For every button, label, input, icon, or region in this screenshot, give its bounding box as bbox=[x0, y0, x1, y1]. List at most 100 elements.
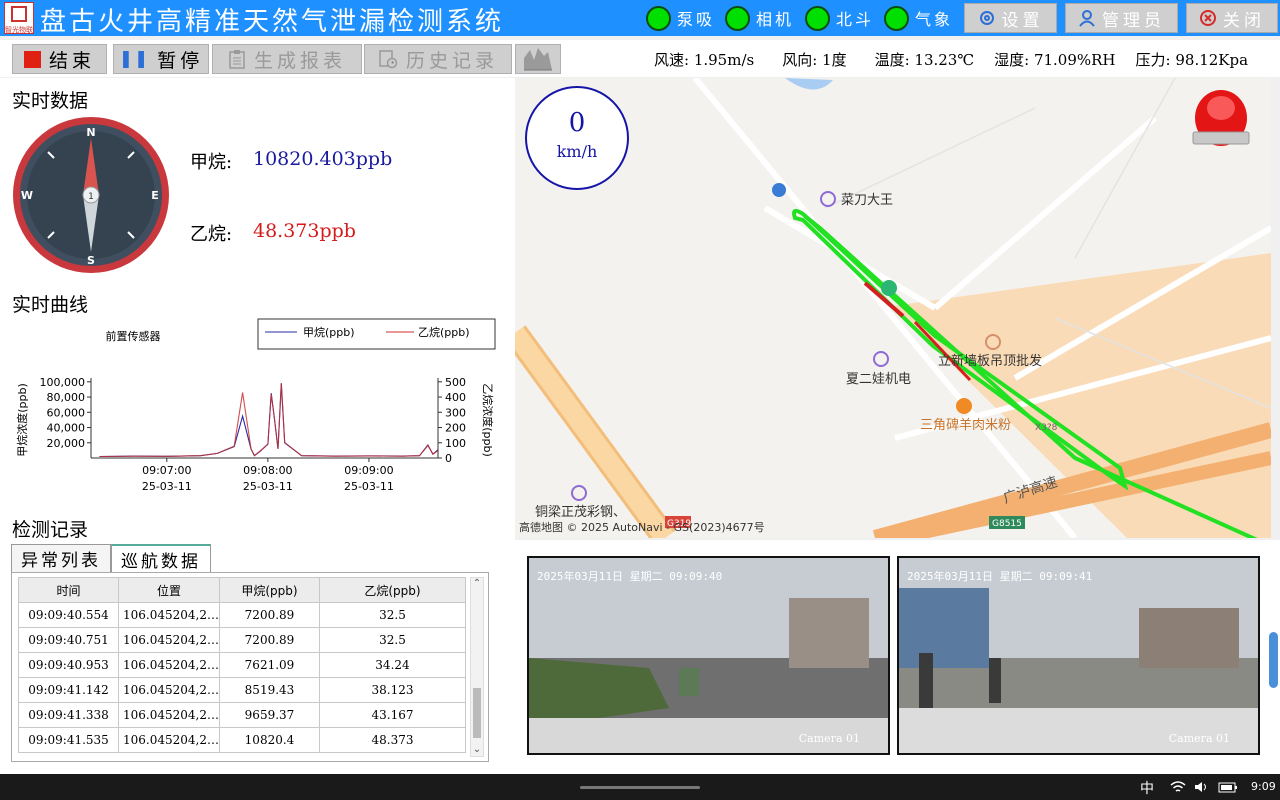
close-button[interactable]: 关闭 bbox=[1186, 3, 1278, 33]
status-indicator-icon bbox=[646, 5, 671, 31]
cell-ethane: 32.5 bbox=[318, 627, 466, 653]
admin-button[interactable]: 管理员 bbox=[1065, 3, 1178, 33]
camera-timestamp: 2025年03月11日 星期二 09:09:41 bbox=[907, 570, 1093, 583]
poi-icon bbox=[820, 191, 836, 207]
legend-ethane-label: 乙烷(ppb) bbox=[418, 325, 470, 339]
table-row[interactable]: 09:09:41.338 106.045204,2… 9659.37 43.167 bbox=[18, 702, 466, 728]
y-tick-label: 40,000 bbox=[47, 422, 86, 435]
x-tick-label: 09:07:00 bbox=[142, 464, 191, 477]
table-row[interactable]: 09:09:41.142 106.045204,2… 8519.43 38.123 bbox=[18, 677, 466, 703]
cell-position: 106.045204,2… bbox=[118, 677, 220, 703]
ime-indicator[interactable]: 中 bbox=[1140, 778, 1154, 798]
cell-time: 09:09:41.535 bbox=[18, 727, 119, 753]
mountain-chart-icon bbox=[524, 48, 552, 71]
camera-timestamp: 2025年03月11日 星期二 09:09:40 bbox=[537, 570, 723, 583]
column-header-methane[interactable]: 甲烷(ppb) bbox=[218, 577, 320, 603]
poi-label: 夏二娃机电 bbox=[846, 372, 911, 387]
tab-anomaly-list[interactable]: 异常列表 bbox=[11, 544, 111, 572]
history-icon bbox=[379, 50, 398, 69]
y-tick-label: 80,000 bbox=[47, 391, 86, 404]
poi-icon bbox=[571, 485, 587, 501]
camera-feed-1[interactable]: 2025年03月11日 星期二 09:09:40 Camera 01 bbox=[527, 556, 890, 755]
cell-position: 106.045204,2… bbox=[118, 652, 220, 678]
pause-icon: ❚❚ bbox=[118, 49, 150, 69]
map-attribution: 高德地图 © 2025 AutoNavi - GS(2023)4677号 bbox=[519, 521, 765, 534]
wind-speed: 风速: 1.95m/s bbox=[654, 50, 755, 69]
chart-toggle-button[interactable] bbox=[515, 44, 561, 74]
cell-position: 106.045204,2… bbox=[118, 602, 220, 628]
cell-methane: 8519.43 bbox=[218, 677, 320, 703]
cruise-data-table: 时间 位置 甲烷(ppb) 乙烷(ppb) 09:09:40.554 106.04… bbox=[18, 577, 466, 753]
table-row[interactable]: 09:09:41.535 106.045204,2… 10820.4 48.373 bbox=[18, 727, 466, 753]
user-icon bbox=[1079, 10, 1095, 27]
x-tick-date: 25-03-11 bbox=[243, 480, 293, 493]
column-header-ethane[interactable]: 乙烷(ppb) bbox=[318, 577, 466, 603]
temperature: 温度: 13.23℃ bbox=[874, 50, 975, 69]
settings-button[interactable]: 设置 bbox=[964, 3, 1057, 33]
camera-label: Camera 01 bbox=[1168, 732, 1230, 745]
cell-methane: 7621.09 bbox=[218, 652, 320, 678]
cell-methane: 7200.89 bbox=[218, 627, 320, 653]
camera-feed-2[interactable]: 2025年03月11日 星期二 09:09:41 Camera 01 bbox=[897, 556, 1260, 755]
humidity: 湿度: 71.09%RH bbox=[994, 50, 1116, 69]
camera-image bbox=[529, 558, 888, 753]
y2-tick-label: 500 bbox=[445, 376, 466, 389]
compass-n: N bbox=[86, 126, 95, 139]
x-tick-label: 09:09:00 bbox=[344, 464, 393, 477]
weather-readout: 风速: 1.95m/s 风向: 1度 温度: 13.23℃ 湿度: 71.09%… bbox=[654, 46, 1248, 72]
table-scrollbar[interactable]: ⌃ ⌄ bbox=[470, 577, 484, 757]
table-row[interactable]: 09:09:40.953 106.045204,2… 7621.09 34.24 bbox=[18, 652, 466, 678]
scroll-down-icon[interactable]: ⌄ bbox=[471, 744, 483, 756]
cell-ethane: 34.24 bbox=[318, 652, 466, 678]
y2-tick-label: 300 bbox=[445, 406, 466, 419]
y-tick-label: 100,000 bbox=[40, 376, 86, 389]
gas-station-icon bbox=[881, 280, 897, 296]
generate-report-button[interactable]: 生成报表 bbox=[212, 44, 362, 74]
app-title: 盘古火井高精准天然气泄漏检测系统 bbox=[40, 7, 505, 37]
table-row[interactable]: 09:09:40.751 106.045204,2… 7200.89 32.5 bbox=[18, 627, 466, 653]
column-header-position[interactable]: 位置 bbox=[118, 577, 220, 603]
cell-position: 106.045204,2… bbox=[118, 702, 220, 728]
compass-s: S bbox=[87, 254, 95, 267]
pause-button[interactable]: ❚❚ 暂停 bbox=[113, 44, 209, 74]
wifi-icon[interactable] bbox=[1170, 780, 1186, 794]
status-camera: 相机 bbox=[725, 5, 794, 31]
home-indicator[interactable] bbox=[580, 786, 700, 789]
x-tick-label: 09:08:00 bbox=[243, 464, 292, 477]
tab-cruise-data[interactable]: 巡航数据 bbox=[111, 544, 211, 572]
highway-shield: G8515 bbox=[992, 519, 1022, 529]
speed-unit: km/h bbox=[556, 142, 598, 161]
cell-position: 106.045204,2… bbox=[118, 727, 220, 753]
battery-icon[interactable] bbox=[1218, 780, 1238, 794]
realtime-curve-chart: 前置传感器 甲烷(ppb) 乙烷(ppb) 甲烷浓度(ppb) 乙烷浓度(ppb… bbox=[15, 318, 496, 493]
cell-ethane: 38.123 bbox=[318, 677, 466, 703]
scrollbar-thumb[interactable] bbox=[473, 688, 481, 738]
speed-gauge: 0 km/h bbox=[525, 86, 629, 190]
left-panel: 实时数据 N E S W 1 甲烷: 10820.403ppb 乙烷: 48.3… bbox=[0, 78, 515, 774]
map-canvas: 菜刀大王 夏二娃机电 立新墙板吊顶批发 三角碑羊肉米粉 铜梁正茂彩钢、 广泸高速… bbox=[515, 78, 1271, 538]
realtime-data-title: 实时数据 bbox=[12, 90, 89, 112]
history-button[interactable]: 历史记录 bbox=[364, 44, 512, 74]
cell-time: 09:09:40.953 bbox=[18, 652, 119, 678]
gear-icon bbox=[979, 11, 994, 25]
table-row[interactable]: 09:09:40.554 106.045204,2… 7200.89 32.5 bbox=[18, 602, 466, 628]
methane-value: 10820.403ppb bbox=[253, 148, 393, 170]
scroll-up-icon[interactable]: ⌃ bbox=[471, 578, 483, 590]
cell-methane: 10820.4 bbox=[218, 727, 320, 753]
records-tabs: 异常列表 巡航数据 bbox=[11, 544, 211, 572]
status-weather: 气象 bbox=[884, 5, 953, 31]
poi-label: 铜梁正茂彩钢、 bbox=[535, 505, 626, 520]
y-axis-label: 甲烷浓度(ppb) bbox=[15, 383, 29, 457]
methane-label: 甲烷: bbox=[190, 152, 233, 173]
cell-ethane: 48.373 bbox=[318, 727, 466, 753]
side-slider-handle[interactable] bbox=[1269, 632, 1278, 688]
camera-label: Camera 01 bbox=[798, 732, 860, 745]
stop-button[interactable]: 结束 bbox=[12, 44, 107, 74]
volume-icon[interactable] bbox=[1194, 780, 1210, 794]
cell-time: 09:09:41.142 bbox=[18, 677, 119, 703]
ethane-label: 乙烷: bbox=[190, 224, 233, 245]
pressure: 压力: 98.12Kpa bbox=[1135, 50, 1249, 69]
y-tick-label: 60,000 bbox=[47, 406, 86, 419]
column-header-time[interactable]: 时间 bbox=[18, 577, 119, 603]
map-view[interactable]: 菜刀大王 夏二娃机电 立新墙板吊顶批发 三角碑羊肉米粉 铜梁正茂彩钢、 广泸高速… bbox=[515, 78, 1271, 538]
